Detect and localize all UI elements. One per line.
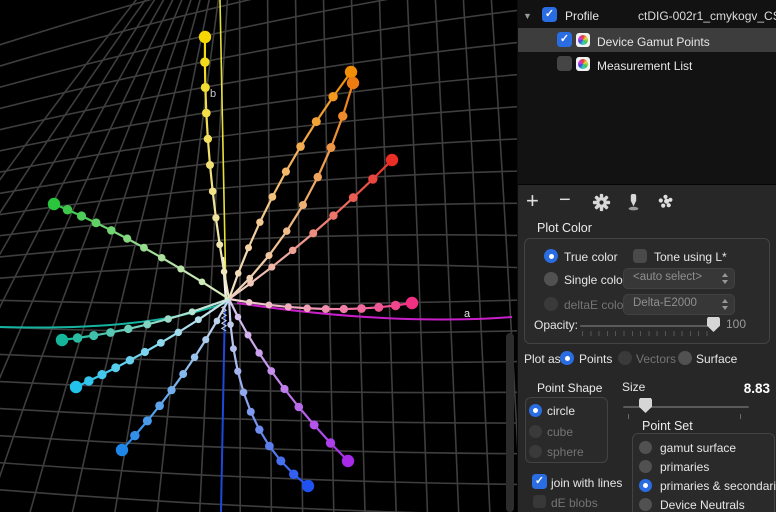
layer-list: ▼ ✓ Profile ctDIG-002r1_cmykogv_CS_7C no…	[518, 0, 776, 185]
layer-checkbox[interactable]: ✓	[557, 32, 572, 47]
radio-plot-as-points[interactable]	[560, 351, 574, 365]
remove-button[interactable]: −	[559, 189, 571, 212]
control-panel: ▼ ✓ Profile ctDIG-002r1_cmykogv_CS_7C no…	[517, 0, 776, 512]
radio-plot-as-vectors[interactable]	[618, 351, 632, 365]
device-neutrals-label: Device Neutrals	[660, 498, 745, 512]
plot-as-points-label: Points	[579, 352, 612, 366]
profile-value: ctDIG-002r1_cmykogv_CS_7C no...	[638, 9, 776, 23]
opacity-slider-ticks	[582, 331, 714, 336]
app-window: ba ▼ ✓ Profile ctDIG-002r1_cmykogv_CS_7C…	[0, 0, 776, 512]
radio-gamut-surface[interactable]	[639, 441, 652, 454]
primaries-secondaries-label: primaries & secondaries	[660, 479, 776, 493]
single-color-value: <auto select>	[633, 271, 702, 283]
single-color-dropdown[interactable]: <auto select>	[623, 268, 735, 289]
stepper-icon	[722, 298, 729, 311]
radio-primaries[interactable]	[639, 460, 652, 473]
size-slider-thumb[interactable]	[639, 398, 652, 413]
shape-cube-label: cube	[547, 425, 573, 439]
single-color-label: Single color:	[564, 273, 630, 287]
layer-label: Measurement List	[597, 59, 692, 73]
shape-circle-label: circle	[547, 404, 575, 418]
cluster-icon[interactable]	[657, 193, 675, 214]
color-wheel-icon	[576, 57, 590, 71]
disclosure-triangle-icon[interactable]: ▼	[523, 11, 532, 21]
tone-using-l-checkbox[interactable]	[633, 249, 647, 263]
plot-color-title: Plot Color	[537, 221, 592, 235]
point-set-title: Point Set	[642, 419, 693, 433]
settings-gear-icon[interactable]	[592, 193, 611, 215]
profile-label: Profile	[565, 9, 599, 23]
true-color-label: True color	[564, 250, 618, 264]
opacity-label: Opacity:	[534, 318, 578, 332]
radio-shape-sphere[interactable]	[529, 445, 542, 458]
radio-primaries-secondaries[interactable]	[639, 479, 652, 492]
radio-deltae-color[interactable]	[544, 297, 558, 311]
de-blobs-checkbox[interactable]	[533, 495, 546, 508]
tone-using-l-label: Tone using L*	[654, 250, 727, 264]
radio-shape-circle[interactable]	[529, 404, 542, 417]
deltae-dropdown[interactable]: Delta-E2000	[623, 294, 735, 315]
layer-row-measurement-list[interactable]: Measurement List	[518, 52, 776, 76]
join-with-lines-checkbox[interactable]: ✓	[532, 474, 547, 489]
size-slider-tick	[740, 414, 741, 419]
layer-checkbox[interactable]	[557, 56, 572, 71]
size-label: Size	[622, 380, 645, 394]
layer-label: Device Gamut Points	[597, 35, 710, 49]
join-with-lines-label: join with lines	[551, 476, 622, 490]
radio-true-color[interactable]	[544, 249, 558, 263]
profile-checkbox[interactable]: ✓	[542, 7, 557, 22]
de-blobs-label: dE blobs	[551, 496, 598, 510]
color-wheel-icon	[576, 33, 590, 47]
radio-plot-as-surface[interactable]	[678, 351, 692, 365]
size-value: 8.83	[744, 381, 770, 396]
plot-as-surface-label: Surface	[696, 352, 737, 366]
plot-as-label: Plot as:	[524, 352, 564, 366]
radio-shape-cube[interactable]	[529, 425, 542, 438]
axis-label-a: a	[464, 308, 471, 320]
opacity-value: 100	[726, 317, 746, 331]
gamut-surface-label: gamut surface	[660, 441, 736, 455]
radio-device-neutrals[interactable]	[639, 498, 652, 511]
size-slider-tick	[628, 414, 629, 419]
primaries-label: primaries	[660, 460, 709, 474]
dropper-icon[interactable]	[625, 193, 642, 215]
layer-row-device-gamut-points[interactable]: ✓ Device Gamut Points	[518, 28, 776, 52]
deltae-value: Delta-E2000	[633, 297, 697, 309]
gamut-3d-plot[interactable]: ba	[0, 0, 517, 512]
point-shape-title: Point Shape	[537, 381, 602, 395]
list-toolbar: + −	[518, 186, 776, 222]
axis-label-b: b	[210, 88, 216, 100]
stepper-icon	[722, 272, 729, 285]
plot-scrollbar[interactable]	[506, 333, 514, 512]
opacity-slider-track[interactable]	[580, 325, 714, 327]
radio-single-color[interactable]	[544, 272, 558, 286]
shape-sphere-label: sphere	[547, 445, 584, 459]
add-button[interactable]: +	[526, 188, 539, 214]
plot-as-vectors-label: Vectors	[636, 352, 676, 366]
deltae-color-label: deltaE color:	[564, 298, 631, 312]
profile-row[interactable]: ▼ ✓ Profile ctDIG-002r1_cmykogv_CS_7C no…	[518, 3, 776, 27]
